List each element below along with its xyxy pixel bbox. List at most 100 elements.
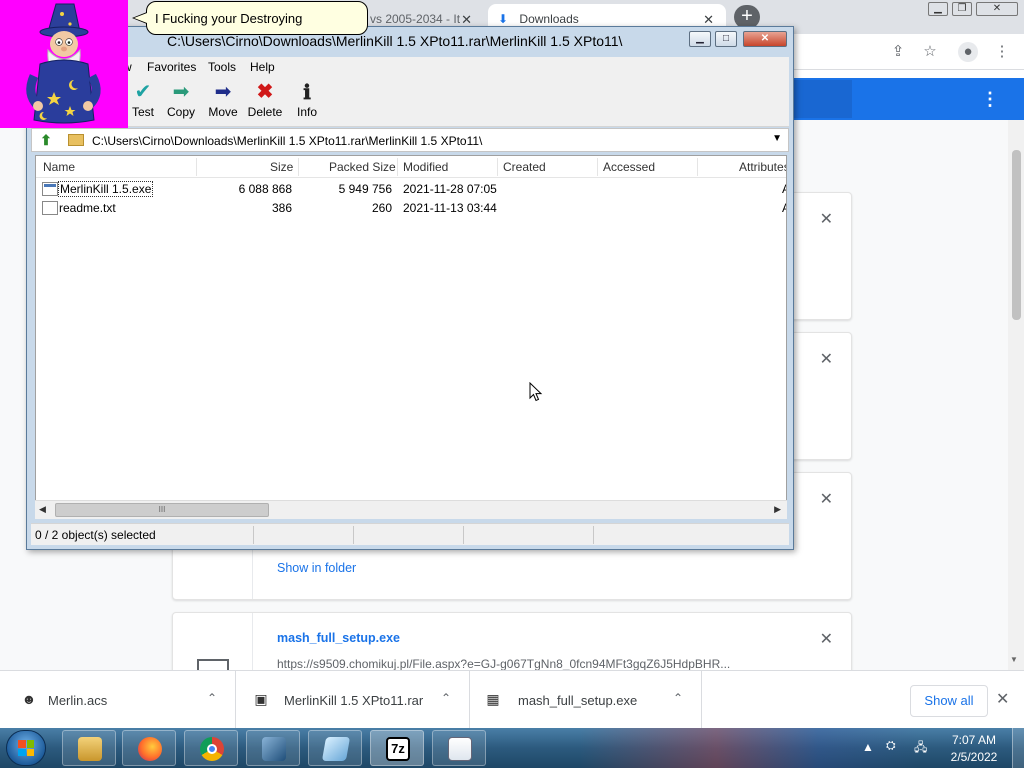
file-explorer-icon: [78, 737, 102, 761]
chrome-icon: [200, 737, 224, 761]
speech-bubble-text: I Fucking your Destroying: [155, 11, 303, 26]
clock-date: 2/5/2022: [950, 750, 998, 764]
file-name[interactable]: MerlinKill 1.5.exe: [58, 181, 154, 197]
downloads-search-area[interactable]: [790, 80, 852, 118]
column-created[interactable]: Created: [503, 160, 546, 174]
firefox-icon: [138, 737, 162, 761]
share-icon[interactable]: ⇪: [888, 42, 908, 62]
taskbar-virtualbox[interactable]: [246, 730, 300, 766]
scrollbar-thumb[interactable]: III: [55, 503, 269, 517]
chevron-down-icon[interactable]: ▼: [772, 133, 782, 144]
info-button[interactable]: ℹ Info: [285, 81, 329, 125]
show-hidden-icons-icon[interactable]: ▲: [862, 740, 874, 754]
speech-bubble: I Fucking your Destroying: [146, 1, 368, 35]
close-button[interactable]: ✕: [743, 31, 787, 47]
chevron-up-icon[interactable]: ⌃: [441, 691, 451, 705]
minimize-button[interactable]: ▁: [928, 2, 948, 16]
restore-button[interactable]: ❐: [952, 2, 972, 16]
toolbar: ✔ Test ➡ Copy ➡ Move ✖ Delete ℹ Info: [31, 77, 789, 127]
remove-download-icon[interactable]: ✕: [820, 349, 833, 369]
chevron-up-icon[interactable]: ⌃: [207, 691, 217, 705]
minimize-button[interactable]: ▁: [689, 31, 711, 47]
taskbar-firefox[interactable]: [122, 730, 176, 766]
chrome-menu-icon[interactable]: ⋮: [992, 42, 1012, 62]
up-folder-icon[interactable]: ⬆: [38, 132, 54, 148]
delete-button[interactable]: ✖ Delete: [243, 81, 287, 125]
taskbar-folder[interactable]: [432, 730, 486, 766]
horizontal-scrollbar[interactable]: ◀ III ▶: [35, 500, 787, 519]
shelf-item-mash[interactable]: ▦ mash_full_setup.exe ⌃: [470, 671, 702, 729]
7zip-icon: 7z: [386, 737, 410, 761]
show-in-folder-link[interactable]: Show in folder: [277, 561, 356, 575]
column-accessed[interactable]: Accessed: [603, 160, 655, 174]
scroll-right-arrow-icon[interactable]: ▶: [774, 504, 781, 515]
download-url: https://s9509.chomikuj.pl/File.aspx?e=GJ…: [277, 657, 731, 671]
text-file-icon: [42, 201, 58, 215]
copy-button[interactable]: ➡ Copy: [159, 81, 203, 125]
notepad-icon: [321, 737, 351, 761]
shelf-item-merlin[interactable]: ☻ Merlin.acs ⌃: [0, 671, 236, 729]
taskbar-notepad[interactable]: [308, 730, 362, 766]
scroll-left-arrow-icon[interactable]: ◀: [39, 504, 46, 515]
file-list[interactable]: Name Size Packed Size Modified Created A…: [35, 155, 787, 519]
mouse-cursor-icon: [529, 382, 543, 402]
status-bar: 0 / 2 object(s) selected: [31, 523, 789, 545]
file-name[interactable]: readme.txt: [59, 201, 116, 215]
file-attributes: A: [782, 182, 786, 196]
window-title: C:\Users\Cirno\Downloads\MerlinKill 1.5 …: [167, 33, 623, 49]
menu-bar: w Favorites Tools Help: [31, 57, 789, 77]
close-shelf-icon[interactable]: ✕: [996, 689, 1009, 709]
page-scrollbar-thumb[interactable]: [1012, 150, 1021, 320]
scroll-down-arrow-icon[interactable]: ▼: [1010, 655, 1018, 664]
download-file-name[interactable]: mash_full_setup.exe: [277, 631, 400, 645]
list-header: Name Size Packed Size Modified Created A…: [36, 156, 786, 178]
column-modified[interactable]: Modified: [403, 160, 448, 174]
folder-icon: [68, 134, 84, 146]
bookmark-star-icon[interactable]: ☆: [920, 42, 940, 62]
menu-help[interactable]: Help: [250, 60, 275, 74]
chevron-up-icon[interactable]: ⌃: [673, 691, 683, 705]
show-all-button[interactable]: Show all: [910, 685, 988, 717]
shelf-item-rar[interactable]: ▣ MerlinKill 1.5 XPto11.rar ⌃: [236, 671, 470, 729]
address-path[interactable]: C:\Users\Cirno\Downloads\MerlinKill 1.5 …: [92, 134, 482, 148]
virtualbox-icon: [262, 737, 286, 761]
shelf-item-label: mash_full_setup.exe: [518, 693, 638, 708]
start-button[interactable]: [6, 730, 46, 766]
column-attributes[interactable]: Attributes: [739, 160, 786, 174]
tray-app-icon[interactable]: ⛭: [886, 738, 896, 753]
taskbar-7zip[interactable]: 7z: [370, 730, 424, 766]
profile-avatar-icon[interactable]: ●: [958, 42, 978, 62]
taskbar-file-explorer[interactable]: [62, 730, 116, 766]
column-size[interactable]: Size: [270, 160, 293, 174]
exe-file-icon: [42, 182, 58, 196]
taskbar-clock[interactable]: 7:07 AM 2/5/2022: [944, 731, 1004, 767]
merlin-wizard-icon[interactable]: [18, 2, 108, 126]
selection-status: 0 / 2 object(s) selected: [35, 528, 156, 542]
remove-download-icon[interactable]: ✕: [820, 489, 833, 509]
address-bar[interactable]: ⬆ C:\Users\Cirno\Downloads\MerlinKill 1.…: [31, 128, 789, 152]
remove-download-icon[interactable]: ✕: [820, 209, 833, 229]
column-packed-size[interactable]: Packed Size: [329, 160, 396, 174]
taskbar-chrome[interactable]: [184, 730, 238, 766]
menu-favorites[interactable]: Favorites: [147, 60, 196, 74]
menu-tools[interactable]: Tools: [208, 60, 236, 74]
downloads-menu-icon[interactable]: ⋮: [980, 86, 1000, 112]
tab-label: vs 2005-2034 - It: [370, 12, 461, 26]
remove-download-icon[interactable]: ✕: [820, 629, 833, 649]
merlin-file-icon: ☻: [21, 691, 37, 707]
file-modified: 2021-11-13 03:44: [403, 201, 497, 215]
maximize-button[interactable]: □: [715, 31, 737, 47]
table-row[interactable]: readme.txt 386 260 2021-11-13 03:44 A: [36, 199, 786, 218]
show-desktop-button[interactable]: [1012, 728, 1024, 768]
file-attributes: A: [782, 201, 786, 215]
file-packed-size: 5 949 756: [338, 182, 392, 196]
table-row[interactable]: MerlinKill 1.5.exe 6 088 868 5 949 756 2…: [36, 180, 786, 199]
file-modified: 2021-11-28 07:05: [403, 182, 497, 196]
close-button[interactable]: ✕: [976, 2, 1018, 16]
move-button[interactable]: ➡ Move: [201, 81, 245, 125]
network-icon[interactable]: 🖧: [914, 738, 927, 759]
system-tray: ▲ ⛭ 🖧: [862, 738, 940, 758]
column-name[interactable]: Name: [43, 160, 75, 174]
delete-icon: ✖: [256, 81, 274, 103]
folder-icon: [448, 737, 472, 761]
